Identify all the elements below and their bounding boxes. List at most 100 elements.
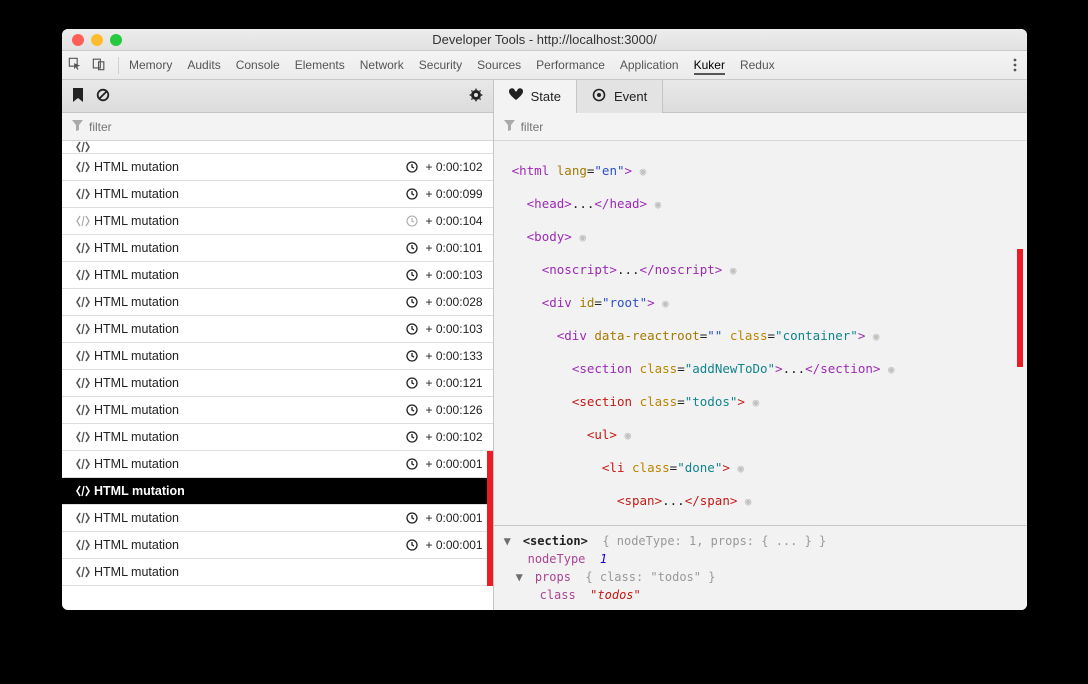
devtools-window: Developer Tools - http://localhost:3000/… xyxy=(62,29,1027,610)
event-time: + 0:00:099 xyxy=(426,187,483,201)
tab-security[interactable]: Security xyxy=(419,56,462,74)
event-row[interactable]: HTML mutation + 0:00:001 xyxy=(62,505,493,532)
dom-node-selected[interactable]: <section xyxy=(572,394,632,409)
dom-node[interactable]: <html xyxy=(512,163,550,178)
code-icon xyxy=(72,431,94,443)
dom-node[interactable]: <section xyxy=(572,361,632,376)
event-row[interactable]: HTML mutation + 0:00:102 xyxy=(62,154,493,181)
event-row[interactable]: HTML mutation + 0:00:001 xyxy=(62,451,493,478)
events-pane: HTML mutation + 0:00:102 HTML mutation +… xyxy=(62,80,493,610)
prop-props-desc: { class: "todos" } xyxy=(585,570,715,584)
dom-node[interactable]: <span> xyxy=(617,493,662,508)
eye-icon[interactable]: ◉ xyxy=(640,165,647,178)
prop-props-label: props xyxy=(535,570,571,584)
clear-icon[interactable] xyxy=(96,88,110,105)
event-time: + 0:00:133 xyxy=(426,349,483,363)
state-pane: State Event <html lang="en"> ◉ <head>...… xyxy=(493,80,1027,610)
state-tab-state[interactable]: State xyxy=(494,80,577,113)
tab-performance[interactable]: Performance xyxy=(536,56,605,74)
minimize-window-button[interactable] xyxy=(91,34,103,46)
eye-icon[interactable]: ◉ xyxy=(737,462,744,475)
event-label: HTML mutation xyxy=(94,349,406,363)
events-list[interactable]: HTML mutation + 0:00:102 HTML mutation +… xyxy=(62,141,493,610)
filter-icon xyxy=(72,120,83,134)
code-icon xyxy=(72,566,94,578)
code-icon xyxy=(72,161,94,173)
event-row[interactable]: HTML mutation + 0:00:126 xyxy=(62,397,493,424)
event-row[interactable]: HTML mutation + 0:00:103 xyxy=(62,262,493,289)
dom-node[interactable]: <head> xyxy=(527,196,572,211)
prop-class-value: "todos" xyxy=(590,588,641,602)
tab-audits[interactable]: Audits xyxy=(187,56,220,74)
bookmark-icon[interactable] xyxy=(72,88,84,105)
device-toolbar-icon[interactable] xyxy=(92,57,106,74)
eye-icon[interactable]: ◉ xyxy=(888,363,895,376)
event-row[interactable]: HTML mutation + 0:00:102 xyxy=(62,424,493,451)
clock-icon xyxy=(406,323,418,335)
inspect-element-icon[interactable] xyxy=(68,57,82,74)
tab-memory[interactable]: Memory xyxy=(129,56,172,74)
settings-icon[interactable] xyxy=(469,88,483,105)
event-row[interactable]: HTML mutation + 0:00:099 xyxy=(62,181,493,208)
event-row[interactable]: HTML mutation + 0:00:121 xyxy=(62,370,493,397)
event-time: + 0:00:103 xyxy=(426,268,483,282)
event-row[interactable]: HTML mutation xyxy=(62,559,493,586)
dom-node[interactable]: <ul> xyxy=(587,427,617,442)
dom-pane: <html lang="en"> ◉ <head>...</head> ◉ <b… xyxy=(494,141,1027,610)
event-row[interactable]: HTML mutation + 0:00:133 xyxy=(62,343,493,370)
filter-icon xyxy=(504,120,515,134)
dom-node[interactable]: <noscript> xyxy=(542,262,617,277)
event-row[interactable]: HTML mutation + 0:00:104 xyxy=(62,208,493,235)
tab-elements[interactable]: Elements xyxy=(295,56,345,74)
diff-marker xyxy=(487,505,493,532)
event-row[interactable]: HTML mutation + 0:00:001 xyxy=(62,532,493,559)
props-panel: ▼ <section> { nodeType: 1, props: { ... … xyxy=(494,525,1027,610)
collapse-arrow-icon[interactable]: ▼ xyxy=(516,568,528,586)
eye-icon[interactable]: ◉ xyxy=(625,429,632,442)
tab-redux[interactable]: Redux xyxy=(740,56,775,74)
event-row[interactable]: HTML mutation + 0:00:028 xyxy=(62,289,493,316)
code-icon xyxy=(72,269,94,281)
eye-icon[interactable]: ◉ xyxy=(579,231,586,244)
event-row[interactable]: HTML mutation + 0:00:101 xyxy=(62,235,493,262)
code-icon xyxy=(72,350,94,362)
tab-network[interactable]: Network xyxy=(360,56,404,74)
eye-icon[interactable]: ◉ xyxy=(730,264,737,277)
collapse-arrow-icon[interactable]: ▼ xyxy=(504,532,516,550)
close-window-button[interactable] xyxy=(72,34,84,46)
tab-kuker[interactable]: Kuker xyxy=(694,56,725,75)
eye-icon[interactable]: ◉ xyxy=(745,495,752,508)
event-label: HTML mutation xyxy=(94,322,406,336)
zoom-window-button[interactable] xyxy=(110,34,122,46)
dom-node[interactable]: <li xyxy=(602,460,625,475)
event-time: + 0:00:126 xyxy=(426,403,483,417)
event-time: + 0:00:121 xyxy=(426,376,483,390)
event-row[interactable]: HTML mutation xyxy=(62,478,493,505)
eye-icon[interactable]: ◉ xyxy=(752,396,759,409)
props-heading-desc: { nodeType: 1, props: { ... } } xyxy=(602,534,826,548)
eye-icon[interactable]: ◉ xyxy=(662,297,669,310)
dom-node[interactable]: <body> xyxy=(527,229,572,244)
event-row[interactable] xyxy=(62,141,493,154)
devtools-more-icon[interactable] xyxy=(1009,58,1021,72)
event-time: + 0:00:001 xyxy=(426,538,483,552)
titlebar: Developer Tools - http://localhost:3000/ xyxy=(62,29,1027,51)
window-title: Developer Tools - http://localhost:3000/ xyxy=(62,32,1027,47)
dom-node[interactable]: <div xyxy=(557,328,587,343)
events-filter-input[interactable] xyxy=(89,120,483,134)
eye-icon[interactable]: ◉ xyxy=(873,330,880,343)
event-row[interactable]: HTML mutation + 0:00:103 xyxy=(62,316,493,343)
eye-icon[interactable]: ◉ xyxy=(655,198,662,211)
state-tab-event[interactable]: Event xyxy=(577,80,663,113)
code-icon xyxy=(72,323,94,335)
dom-tree[interactable]: <html lang="en"> ◉ <head>...</head> ◉ <b… xyxy=(494,141,1027,525)
state-filter-input[interactable] xyxy=(521,120,1017,134)
tab-sources[interactable]: Sources xyxy=(477,56,521,74)
tab-application[interactable]: Application xyxy=(620,56,679,74)
event-time: + 0:00:102 xyxy=(426,160,483,174)
code-icon xyxy=(72,512,94,524)
event-time: + 0:00:028 xyxy=(426,295,483,309)
dom-node[interactable]: <div xyxy=(542,295,572,310)
code-icon xyxy=(72,188,94,200)
tab-console[interactable]: Console xyxy=(236,56,280,74)
